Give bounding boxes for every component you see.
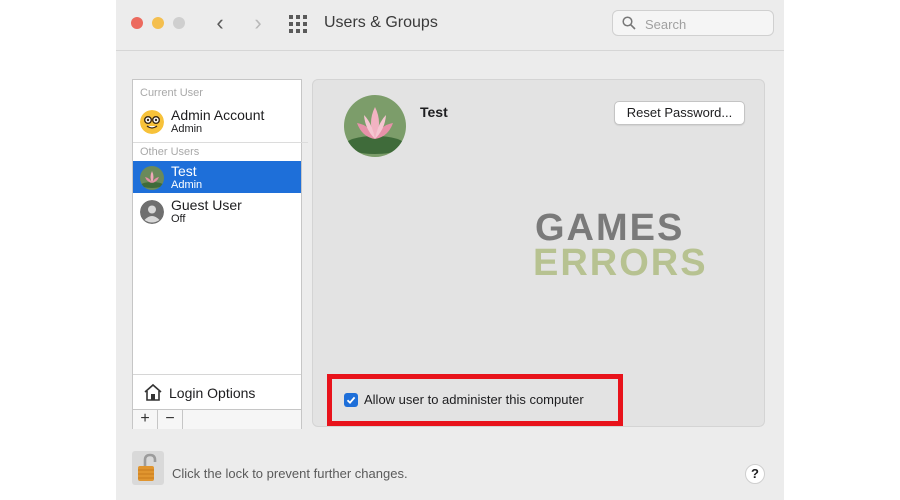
back-icon[interactable]: ‹ <box>208 11 232 35</box>
title-bar: ‹ › Users & Groups <box>116 0 784 51</box>
search-input[interactable] <box>643 14 767 34</box>
user-item-admin-account[interactable]: Admin Account Admin <box>133 105 301 137</box>
user-role: Admin <box>171 123 203 135</box>
login-options-label: Login Options <box>169 385 256 401</box>
add-user-button[interactable]: + <box>133 410 158 429</box>
admin-checkbox[interactable] <box>344 393 358 407</box>
search-field[interactable] <box>612 10 774 36</box>
user-list-sidebar: Current User Admin Account Admin Other U… <box>132 79 308 429</box>
show-all-grid-icon[interactable] <box>289 15 307 33</box>
help-button[interactable]: ? <box>745 464 765 484</box>
user-item-test[interactable]: Test Admin <box>133 161 301 193</box>
window-title: Users & Groups <box>324 14 438 31</box>
user-name: Test <box>171 163 197 179</box>
lock-status-text: Click the lock to prevent further change… <box>172 466 408 481</box>
section-other-users: Other Users <box>133 142 308 160</box>
lotus-user-picture[interactable] <box>344 95 406 157</box>
house-icon <box>144 383 162 401</box>
checkmark-icon <box>346 396 356 405</box>
person-icon <box>140 200 164 224</box>
minimize-window-button[interactable] <box>152 17 164 29</box>
zoom-window-button[interactable] <box>173 17 185 29</box>
user-detail-panel: Test Reset Password... GAMES ERRORS Allo… <box>312 79 765 427</box>
add-remove-bar: + − <box>133 409 301 429</box>
nerd-face-emoji-icon <box>140 110 164 134</box>
section-current-user: Current User <box>140 87 203 99</box>
remove-user-button[interactable]: − <box>158 410 183 429</box>
search-icon <box>622 16 636 30</box>
user-name: Guest User <box>171 197 242 213</box>
selected-user-name: Test <box>420 104 448 120</box>
admin-checkbox-label[interactable]: Allow user to administer this computer <box>364 392 584 407</box>
user-name: Admin Account <box>171 107 265 123</box>
reset-password-button[interactable]: Reset Password... <box>614 101 745 125</box>
login-options-item[interactable]: Login Options <box>133 374 301 409</box>
watermark-line-2: ERRORS <box>533 242 708 284</box>
user-item-guest-user[interactable]: Guest User Off <box>133 195 301 227</box>
close-window-button[interactable] <box>131 17 143 29</box>
lotus-avatar-icon <box>140 166 164 190</box>
user-role: Admin <box>171 179 203 191</box>
user-role: Off <box>171 213 186 225</box>
forward-icon[interactable]: › <box>246 11 270 35</box>
preferences-window: ‹ › Users & Groups Current User <box>116 0 784 500</box>
unlocked-padlock-icon[interactable] <box>132 451 164 485</box>
